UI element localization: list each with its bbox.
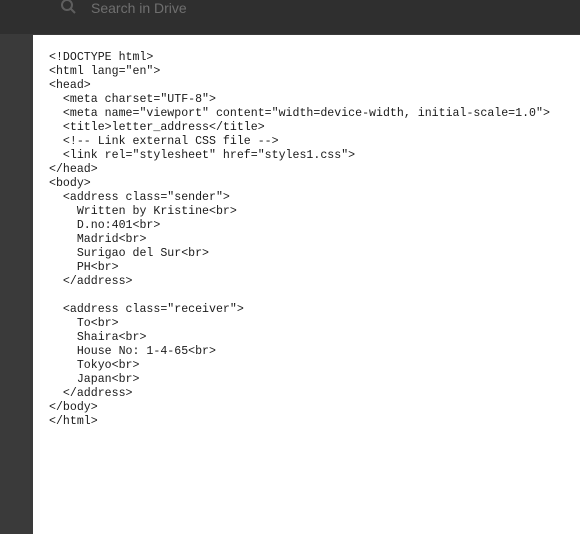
code-line: <meta charset="UTF-8">: [49, 93, 216, 106]
code-line: Madrid<br>: [49, 233, 147, 246]
code-line: <head>: [49, 79, 91, 92]
code-line: <html lang="en">: [49, 65, 161, 78]
code-line: <body>: [49, 177, 91, 190]
code-line: Shaira<br>: [49, 331, 147, 344]
search-input[interactable]: Search in Drive: [91, 0, 187, 16]
code-line: Tokyo<br>: [49, 359, 140, 372]
code-line: Surigao del Sur<br>: [49, 247, 210, 260]
code-line: <!-- Link external CSS file -->: [49, 135, 279, 148]
code-line: House No: 1-4-65<br>: [49, 345, 216, 358]
code-line: D.no:401<br>: [49, 219, 161, 232]
code-line: <address class="sender">: [49, 191, 230, 204]
code-line: <!DOCTYPE html>: [49, 51, 154, 64]
search-icon[interactable]: [60, 0, 78, 16]
top-bar: Search in Drive: [0, 0, 580, 34]
code-line: <link rel="stylesheet" href="styles1.css…: [49, 149, 356, 162]
code-block: <!DOCTYPE html> <html lang="en"> <head> <m…: [33, 35, 580, 429]
code-line: </address>: [49, 275, 133, 288]
code-line: Written by Kristine<br>: [49, 205, 237, 218]
code-line: <address class="receiver">: [49, 303, 244, 316]
code-line: To<br>: [49, 317, 119, 330]
document-preview: <!DOCTYPE html> <html lang="en"> <head> <m…: [33, 35, 580, 534]
code-line: </head>: [49, 163, 98, 176]
code-line: <title>letter_address</title>: [49, 121, 265, 134]
code-line: <meta name="viewport" content="width=dev…: [49, 107, 550, 120]
code-line: </body>: [49, 401, 98, 414]
code-line: </html>: [49, 415, 98, 428]
left-gutter: [0, 34, 33, 534]
code-line: Japan<br>: [49, 373, 140, 386]
code-line: PH<br>: [49, 261, 119, 274]
code-line: </address>: [49, 387, 133, 400]
